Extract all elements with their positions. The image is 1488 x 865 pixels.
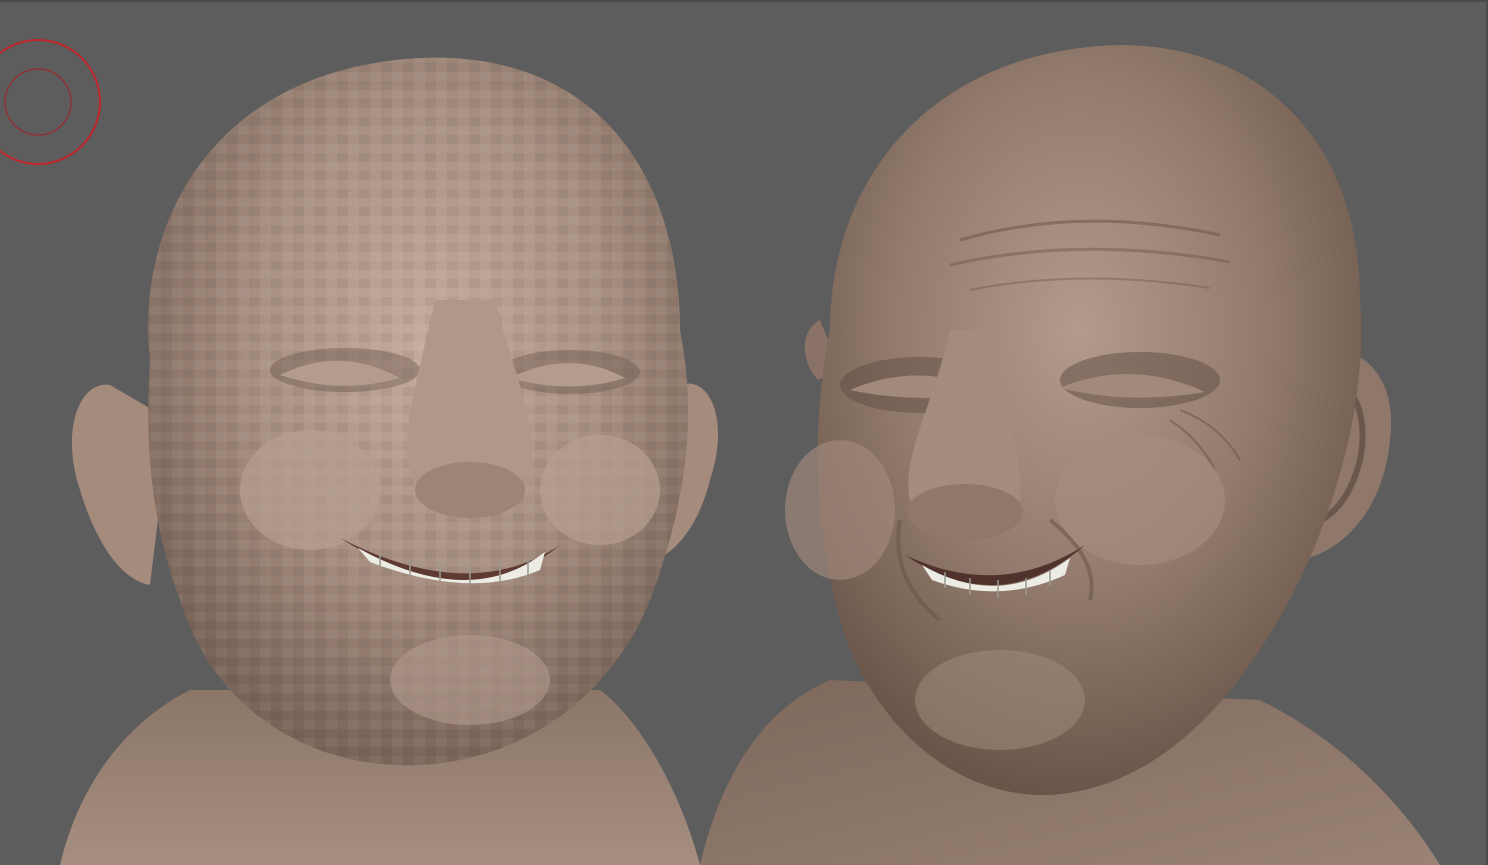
sculpt-viewport[interactable] [0,0,1488,865]
brush-cursor-icon [0,39,101,165]
lowpoly-head-sculpt[interactable] [40,0,740,865]
detailed-head-sculpt[interactable] [700,0,1488,865]
